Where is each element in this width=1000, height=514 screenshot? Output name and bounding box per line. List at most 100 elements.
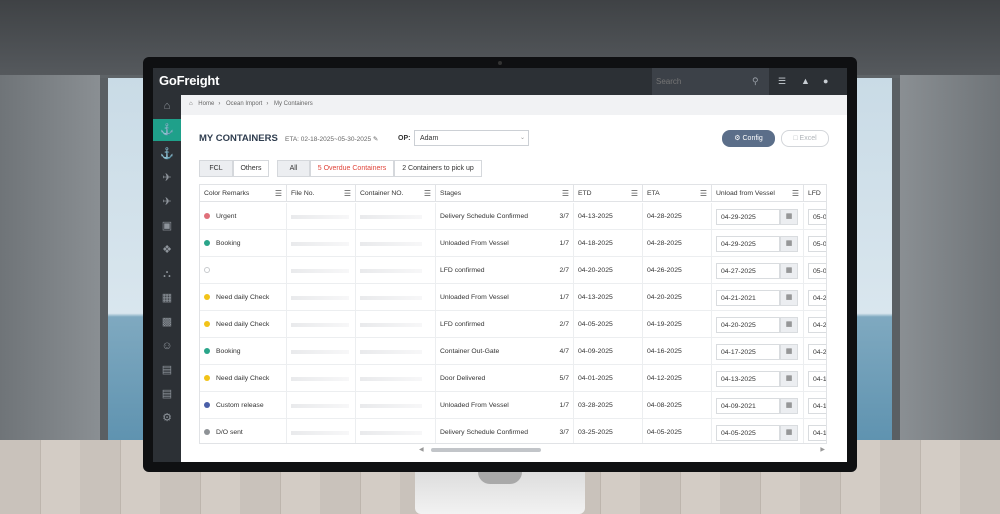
container-no-cell[interactable] [356, 230, 436, 257]
calendar-icon[interactable]: ▦ [780, 344, 798, 360]
table-row[interactable]: Need daily Check LFD confirmed 2/7 04-05-20… [200, 311, 826, 338]
ocean-export-icon[interactable]: ⚓ [153, 143, 181, 165]
filter-overdue[interactable]: 5 Overdue Containers [310, 160, 394, 177]
eta-range[interactable]: ETA: 02-18-2025~05-30-2025 ✎ [285, 135, 378, 143]
file-no-cell[interactable] [287, 419, 356, 443]
calendar-icon[interactable]: ▦ [780, 398, 798, 414]
column-menu-icon[interactable]: ☰ [275, 189, 282, 198]
color-remark-cell[interactable]: Booking [200, 230, 287, 257]
stage-cell[interactable]: Container Out-Gate 4/7 [436, 338, 574, 365]
user-icon[interactable]: ● [823, 76, 828, 86]
eta-cell[interactable]: 04-16-2025 [643, 338, 712, 365]
table-row[interactable]: D/O sent Delivery Schedule Confirmed 3/7 03… [200, 419, 826, 443]
cubes-icon[interactable]: ❖ [153, 239, 181, 261]
pencil-icon[interactable]: ✎ [373, 136, 378, 143]
etd-cell[interactable]: 04-13-2025 [574, 284, 643, 311]
filter-fcl[interactable]: FCL [199, 160, 233, 177]
color-remark-cell[interactable]: Booking [200, 338, 287, 365]
eta-cell[interactable]: 04-20-2025 [643, 284, 712, 311]
column-menu-icon[interactable]: ☰ [424, 189, 431, 198]
briefcase-icon[interactable]: ▩ [153, 311, 181, 333]
stage-cell[interactable]: Delivery Schedule Confirmed 3/7 [436, 203, 574, 230]
calendar-icon[interactable]: ▦ [780, 425, 798, 441]
unload-date-input[interactable]: 04-13-2025 [716, 371, 780, 387]
unload-date-input[interactable]: 04-21-2021 [716, 290, 780, 306]
table-row[interactable]: Need daily Check Unloaded From Vessel 1/7 0… [200, 284, 826, 311]
lfd-date-input[interactable]: 05-0 [808, 263, 826, 279]
file-no-cell[interactable] [287, 203, 356, 230]
container-no-cell[interactable] [356, 284, 436, 311]
container-no-cell[interactable] [356, 365, 436, 392]
filter-all[interactable]: All [277, 160, 310, 177]
gear-icon[interactable]: ⚙ [153, 407, 181, 429]
stage-cell[interactable]: Unloaded From Vessel 1/7 [436, 392, 574, 419]
app-logo[interactable]: GoFreight [159, 73, 220, 88]
stage-cell[interactable]: Unloaded From Vessel 1/7 [436, 230, 574, 257]
table-row[interactable]: Urgent Delivery Schedule Confirmed 3/7 04-1… [200, 203, 826, 230]
col-stages[interactable]: Stages ☰ [436, 185, 574, 202]
eta-cell[interactable]: 04-12-2025 [643, 365, 712, 392]
lfd-date-input[interactable]: 04-1 [808, 425, 826, 441]
calendar-icon[interactable]: ▦ [780, 290, 798, 306]
color-remark-cell[interactable]: Need daily Check [200, 311, 287, 338]
list-icon[interactable]: ☰ [778, 76, 786, 87]
container-no-cell[interactable] [356, 257, 436, 284]
col-etd[interactable]: ETD ☰ [574, 185, 643, 202]
lfd-date-input[interactable]: 04-2 [808, 317, 826, 333]
document-icon[interactable]: ▤ [153, 383, 181, 405]
config-button[interactable]: ⚙ Config [722, 130, 775, 147]
etd-cell[interactable]: 04-13-2025 [574, 203, 643, 230]
lfd-date-input[interactable]: 04-1 [808, 398, 826, 414]
color-remark-cell[interactable]: Custom release [200, 392, 287, 419]
lfd-date-input[interactable]: 05-0 [808, 236, 826, 252]
calculator-icon[interactable]: ▦ [153, 287, 181, 309]
table-row[interactable]: LFD confirmed 2/7 04-20-2025 04-26-2025 04-2… [200, 257, 826, 284]
table-row[interactable]: Need daily Check Door Delivered 5/7 04-01-2… [200, 365, 826, 392]
col-unload[interactable]: Unload from Vessel ☰ [712, 185, 804, 202]
eta-cell[interactable]: 04-08-2025 [643, 392, 712, 419]
lfd-date-input[interactable]: 04-2 [808, 344, 826, 360]
horizontal-scrollbar[interactable]: ◀ ▶ [417, 446, 827, 454]
truck-icon[interactable]: ▣ [153, 215, 181, 237]
file-no-cell[interactable] [287, 338, 356, 365]
col-eta[interactable]: ETA ☰ [643, 185, 712, 202]
etd-cell[interactable]: 04-05-2025 [574, 311, 643, 338]
search-icon[interactable]: ⚲ [752, 76, 759, 87]
unload-date-input[interactable]: 04-05-2025 [716, 425, 780, 441]
op-select[interactable]: Adam ⌄ [414, 130, 529, 146]
etd-cell[interactable]: 04-20-2025 [574, 257, 643, 284]
breadcrumb-ocean-import[interactable]: Ocean Import [226, 101, 262, 107]
column-menu-icon[interactable]: ☰ [631, 189, 638, 198]
unload-date-input[interactable]: 04-29-2025 [716, 236, 780, 252]
home-icon[interactable]: ⌂ [153, 95, 181, 117]
unload-date-input[interactable]: 04-17-2025 [716, 344, 780, 360]
breadcrumb-home[interactable]: Home [198, 101, 214, 107]
bell-icon[interactable]: ▲ [801, 76, 810, 86]
container-no-cell[interactable] [356, 392, 436, 419]
color-remark-cell[interactable]: D/O sent [200, 419, 287, 443]
excel-button[interactable]: □ Excel [781, 130, 829, 147]
container-no-cell[interactable] [356, 311, 436, 338]
table-row[interactable]: Booking Unloaded From Vessel 1/7 04-18-2025… [200, 230, 826, 257]
column-menu-icon[interactable]: ☰ [792, 189, 799, 198]
color-remark-cell[interactable]: Need daily Check [200, 284, 287, 311]
eta-cell[interactable]: 04-28-2025 [643, 203, 712, 230]
col-lfd[interactable]: LFD [804, 185, 826, 202]
calendar-icon[interactable]: ▦ [780, 263, 798, 279]
container-no-cell[interactable] [356, 338, 436, 365]
container-no-cell[interactable] [356, 419, 436, 443]
filter-others[interactable]: Others [233, 160, 269, 177]
file-no-cell[interactable] [287, 284, 356, 311]
eta-cell[interactable]: 04-19-2025 [643, 311, 712, 338]
stage-cell[interactable]: Delivery Schedule Confirmed 3/7 [436, 419, 574, 443]
file-no-cell[interactable] [287, 392, 356, 419]
etd-cell[interactable]: 03-25-2025 [574, 419, 643, 443]
calendar-icon[interactable]: ▦ [780, 236, 798, 252]
color-remark-cell[interactable]: Urgent [200, 203, 287, 230]
search-box[interactable]: ⚲ [652, 68, 769, 95]
file-no-cell[interactable] [287, 311, 356, 338]
file-no-cell[interactable] [287, 230, 356, 257]
col-file-no[interactable]: File No. ☰ [287, 185, 356, 202]
etd-cell[interactable]: 04-18-2025 [574, 230, 643, 257]
lfd-date-input[interactable]: 04-2 [808, 290, 826, 306]
